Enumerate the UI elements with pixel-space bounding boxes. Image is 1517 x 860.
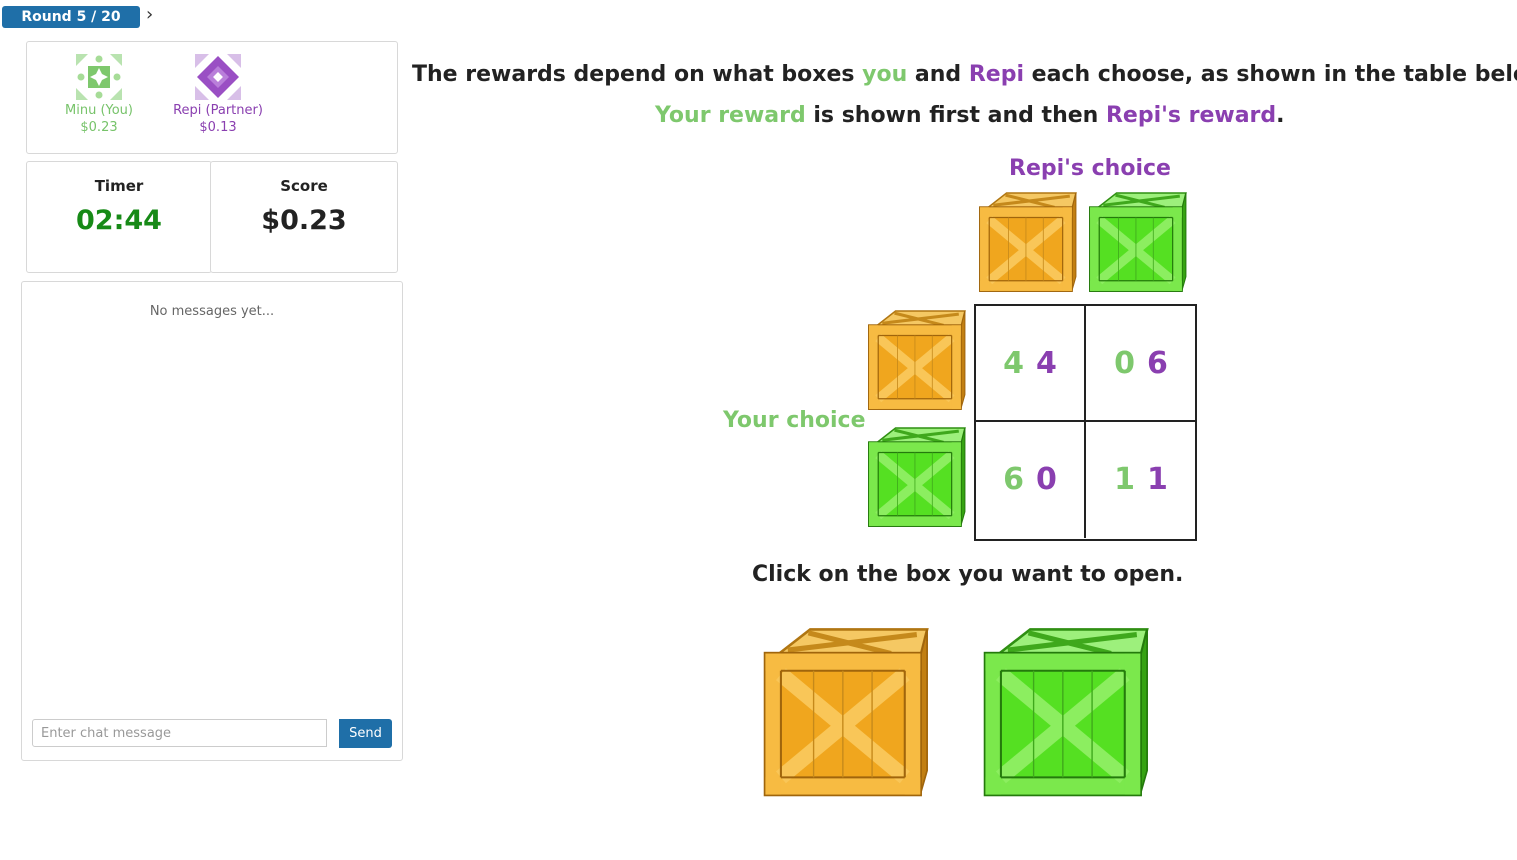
score-panel: Score $0.23: [210, 161, 398, 273]
payoff-cell: 44: [976, 306, 1086, 422]
payoff-partner: 4: [1036, 346, 1057, 381]
player-you: Minu (You) $0.23: [49, 54, 149, 136]
player-partner: Repi (Partner) $0.13: [168, 54, 268, 136]
green-quilt-avatar-icon: [76, 54, 122, 100]
payoff-partner: 6: [1147, 346, 1168, 381]
partner-green-crate-icon: [1086, 191, 1192, 293]
chat-panel: No messages yet... Send: [21, 281, 403, 761]
player-you-name: Minu (You): [65, 103, 133, 118]
payoff-partner: 0: [1036, 462, 1057, 497]
score-value: $0.23: [261, 205, 347, 236]
payoff-cell: 60: [976, 422, 1086, 538]
instructions-text: .: [1276, 103, 1285, 128]
chevron-right-icon[interactable]: ›: [146, 4, 153, 25]
your-green-crate-icon: [865, 426, 971, 528]
round-indicator: Round 5 / 20: [2, 6, 140, 28]
payoff-cell: 11: [1086, 422, 1196, 538]
payoff-you: 4: [1003, 346, 1024, 381]
instructions-partner-reward: Repi's reward: [1105, 103, 1277, 128]
chat-input[interactable]: [32, 719, 327, 747]
payoff-partner: 1: [1147, 462, 1168, 497]
instructions-line-2: Your reward is shown first and then Repi…: [655, 103, 1285, 128]
instructions-text: and: [907, 62, 969, 87]
player-partner-earnings: $0.13: [199, 120, 237, 135]
green-box-button[interactable]: [978, 626, 1158, 798]
send-button[interactable]: Send: [339, 719, 392, 748]
choice-prompt: Click on the box you want to open.: [752, 562, 1184, 587]
timer-label: Timer: [94, 177, 144, 195]
player-partner-name: Repi (Partner): [173, 103, 263, 118]
partner-orange-crate-icon: [976, 191, 1082, 293]
timer-value: 02:44: [76, 205, 162, 236]
your-choice-label: Your choice: [723, 408, 866, 433]
payoff-matrix: 44 06 60 11: [974, 304, 1197, 541]
instructions-text: is shown first and then: [805, 103, 1106, 128]
orange-box-button[interactable]: [758, 626, 938, 798]
your-orange-crate-icon: [865, 309, 971, 411]
payoff-you: 6: [1003, 462, 1024, 497]
score-label: Score: [280, 177, 328, 195]
payoff-cell: 06: [1086, 306, 1196, 422]
instructions-you: you: [862, 62, 908, 87]
instructions-text: each choose, as shown in the table below…: [1023, 62, 1517, 87]
chat-empty-message: No messages yet...: [149, 304, 275, 319]
instructions-partner: Repi: [968, 62, 1024, 87]
timer-panel: Timer 02:44: [26, 161, 212, 273]
purple-diamond-avatar-icon: [195, 54, 241, 100]
instructions-text: The rewards depend on what boxes: [412, 62, 863, 87]
player-you-earnings: $0.23: [80, 120, 118, 135]
payoff-you: 0: [1114, 346, 1135, 381]
payoff-you: 1: [1114, 462, 1135, 497]
players-panel: Minu (You) $0.23 Repi (Partner) $0.13: [26, 41, 398, 154]
partner-choice-label: Repi's choice: [1009, 156, 1171, 181]
instructions-line-1: The rewards depend on what boxes you and…: [412, 62, 1517, 87]
instructions-your-reward: Your reward: [655, 103, 806, 128]
